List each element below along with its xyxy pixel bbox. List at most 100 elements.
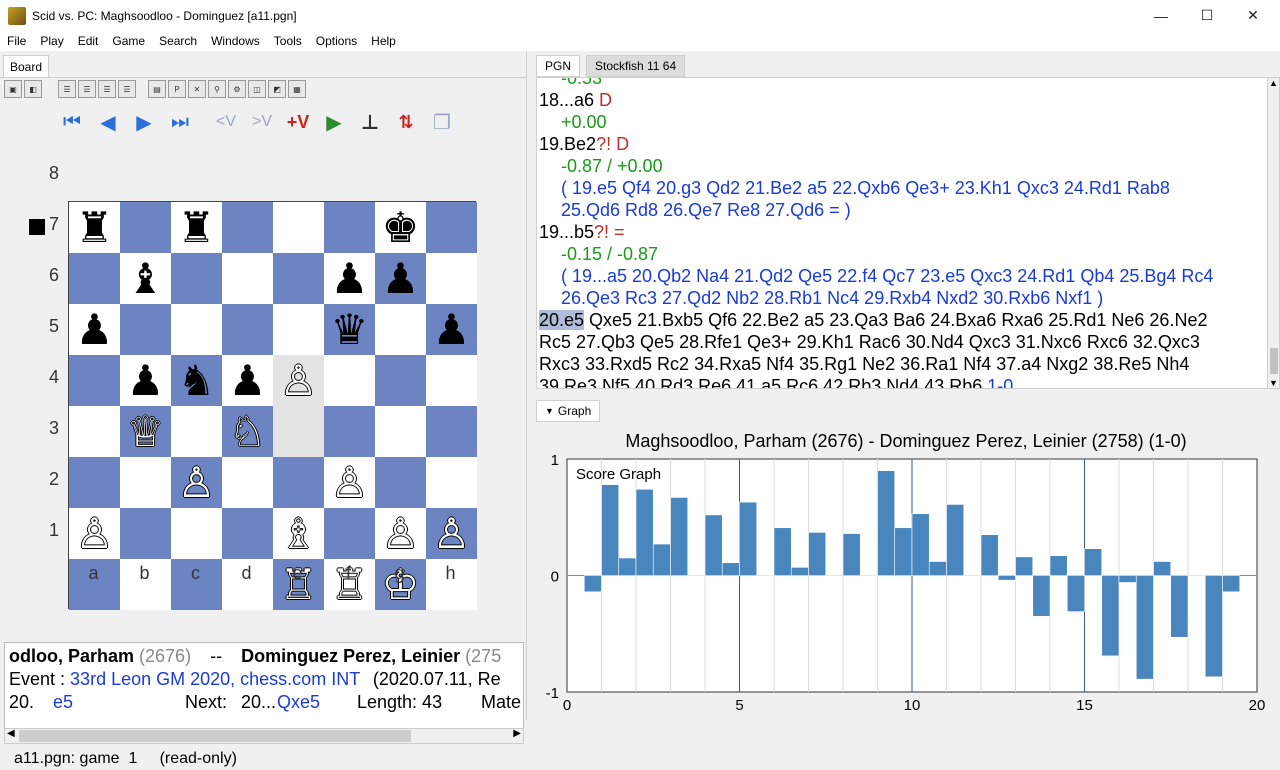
black-piece-icon[interactable]: ♟ — [229, 359, 267, 402]
menu-search[interactable]: Search — [152, 34, 204, 48]
square-f3[interactable]: ♙ — [324, 457, 375, 508]
score-bar[interactable] — [1049, 555, 1068, 576]
menu-tools[interactable]: Tools — [267, 34, 309, 48]
score-bar[interactable] — [773, 527, 792, 576]
scroll-right-icon[interactable]: ▶ — [513, 728, 521, 739]
square-h8[interactable] — [426, 202, 477, 253]
score-bar[interactable] — [756, 575, 775, 577]
square-h3[interactable] — [426, 457, 477, 508]
move-text[interactable]: Rc5 27.Qb3 Qe5 28.Rfe1 Qe3+ 29.Kh1 Rac6 … — [539, 332, 1200, 352]
square-a8[interactable]: ♜ — [69, 202, 120, 253]
add-variation-icon[interactable]: +V — [282, 107, 314, 137]
tab-graph[interactable]: ▼ Graph — [536, 400, 601, 422]
square-f6[interactable]: ♛ — [324, 304, 375, 355]
move-text[interactable]: Rxc3 33.Rxd5 Rc2 34.Rxa5 Nf4 35.Rg1 Ne2 … — [539, 354, 1189, 374]
square-e6[interactable] — [273, 304, 324, 355]
save-icon[interactable]: ▣ — [4, 80, 22, 98]
square-d8[interactable] — [222, 202, 273, 253]
score-bar[interactable] — [790, 567, 809, 576]
square-b6[interactable] — [120, 304, 171, 355]
comment-icon[interactable]: ⊥ — [354, 107, 386, 137]
next-move[interactable]: Qxe5 — [277, 692, 320, 713]
score-bar[interactable] — [1084, 548, 1103, 576]
menu-edit[interactable]: Edit — [71, 34, 106, 48]
white-piece-icon[interactable]: ♕ — [127, 410, 165, 453]
scrollbar-thumb[interactable] — [19, 730, 411, 742]
square-e3[interactable] — [273, 457, 324, 508]
white-piece-icon[interactable]: ♙ — [280, 359, 318, 402]
score-bar[interactable] — [911, 513, 930, 576]
pgn-icon[interactable]: P — [168, 80, 186, 98]
square-d3[interactable] — [222, 457, 273, 508]
black-piece-icon[interactable]: ♟ — [127, 359, 165, 402]
square-a3[interactable] — [69, 457, 120, 508]
event-link[interactable]: 33rd Leon GM 2020, chess.com INT — [70, 669, 360, 689]
square-c8[interactable]: ♜ — [171, 202, 222, 253]
engine-score[interactable]: -0.87 / +0.00 — [561, 156, 663, 176]
tree-icon[interactable]: ⚲ — [208, 80, 226, 98]
score-bar[interactable] — [670, 497, 689, 576]
square-c7[interactable] — [171, 253, 222, 304]
square-g8[interactable]: ♚ — [375, 202, 426, 253]
autoplay-icon[interactable]: ▶ — [318, 107, 350, 137]
square-g2[interactable]: ♙ — [375, 508, 426, 559]
score-bar[interactable] — [859, 575, 878, 577]
menu-play[interactable]: Play — [33, 34, 70, 48]
forward-icon[interactable]: ▶ — [128, 107, 160, 137]
enter-variation-icon[interactable]: >V — [246, 107, 278, 137]
engine-score[interactable]: -0.15 / -0.87 — [561, 244, 658, 264]
score-bar[interactable] — [721, 562, 740, 576]
graph-icon[interactable]: ◫ — [248, 80, 266, 98]
first-move-icon[interactable]: ⏮ — [56, 107, 88, 137]
white-piece-icon[interactable]: ♙ — [76, 512, 114, 555]
square-f4[interactable] — [324, 406, 375, 457]
square-g6[interactable] — [375, 304, 426, 355]
engine-score[interactable]: -0.53 — [561, 78, 602, 88]
square-g5[interactable] — [375, 355, 426, 406]
score-bar[interactable] — [1101, 575, 1120, 657]
menu-windows[interactable]: Windows — [204, 34, 267, 48]
tab-board[interactable]: Board — [3, 55, 50, 77]
score-graph[interactable]: Maghsoodloo, Parham (2676) - Dominguez P… — [536, 423, 1276, 720]
variation-text[interactable]: ( 19.e5 Qf4 20.g3 Qd2 21.Be2 a5 22.Qxb6 … — [561, 178, 1170, 198]
square-b7[interactable]: ♝ — [120, 253, 171, 304]
score-bar[interactable] — [652, 543, 671, 576]
square-a5[interactable] — [69, 355, 120, 406]
square-b5[interactable]: ♟ — [120, 355, 171, 406]
score-bar[interactable] — [704, 514, 723, 576]
square-c5[interactable]: ♞ — [171, 355, 222, 406]
square-d2[interactable] — [222, 508, 273, 559]
square-g4[interactable] — [375, 406, 426, 457]
square-b3[interactable] — [120, 457, 171, 508]
score-bar[interactable] — [1015, 556, 1034, 576]
score-bar[interactable] — [808, 532, 827, 576]
score-bar[interactable] — [635, 488, 654, 576]
square-c3[interactable]: ♙ — [171, 457, 222, 508]
score-bar[interactable] — [1153, 561, 1172, 576]
move-text[interactable]: 19...b5 — [539, 222, 594, 242]
square-h5[interactable] — [426, 355, 477, 406]
black-piece-icon[interactable]: ♜ — [178, 206, 216, 249]
variation-text[interactable]: ( 19...a5 20.Qb2 Na4 21.Qd2 Qe5 22.f4 Qc… — [561, 266, 1213, 286]
white-piece-icon[interactable]: ♙ — [433, 512, 471, 555]
current-move[interactable]: 20.e5 — [539, 310, 585, 330]
engine-icon[interactable]: ▦ — [288, 80, 306, 98]
move-text[interactable]: 39.Re3 Nf5 40.Rd3 Re6 41.a5 Rc6 42.Rb3 N… — [539, 376, 987, 388]
variation-text[interactable]: 1-0 — [987, 376, 1013, 388]
pgn-text-area[interactable]: -0.53 18...a6 D +0.00 19.Be2?! D -0.87 / +0.… — [536, 77, 1268, 389]
annotation[interactable]: D — [599, 90, 612, 110]
score-bar[interactable] — [997, 575, 1016, 581]
score-graph-svg[interactable]: 10-10 5 10 15 20Score Graph — [536, 423, 1276, 720]
score-bar[interactable] — [687, 575, 706, 577]
black-piece-icon[interactable]: ♜ — [76, 206, 114, 249]
book-icon[interactable]: ◧ — [24, 80, 42, 98]
menu-options[interactable]: Options — [309, 34, 364, 48]
score-bar[interactable] — [1187, 575, 1206, 577]
analysis-icon[interactable]: ✕ — [188, 80, 206, 98]
square-e2[interactable]: ♗ — [273, 508, 324, 559]
score-bar[interactable] — [1170, 575, 1189, 638]
square-h4[interactable] — [426, 406, 477, 457]
white-piece-icon[interactable]: ♙ — [178, 461, 216, 504]
score-bar[interactable] — [1135, 575, 1154, 680]
square-g7[interactable]: ♟ — [375, 253, 426, 304]
